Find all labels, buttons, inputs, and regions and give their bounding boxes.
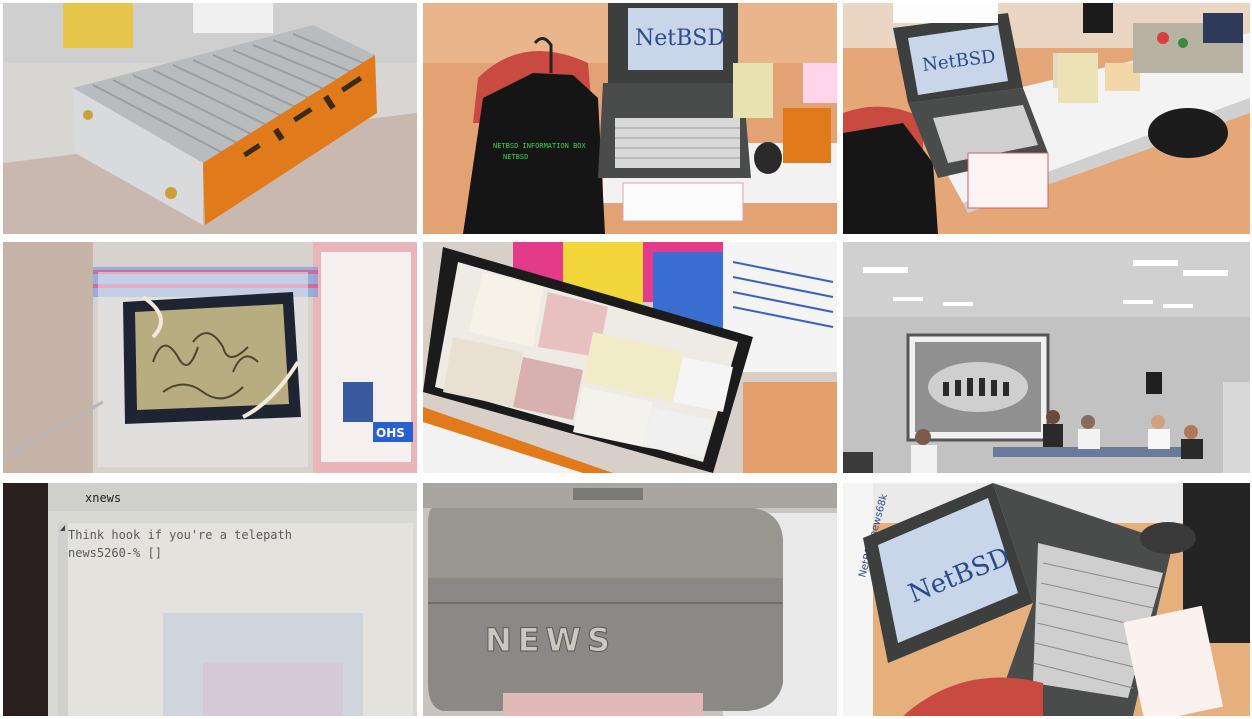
photo-router-box[interactable] bbox=[3, 3, 417, 234]
netbsd-screen-text-2: NetBSD bbox=[635, 26, 725, 51]
netbsd-laptop-closeup-image: NetBSD/news68k NetBSD bbox=[843, 483, 1250, 716]
netbsd-laptop-tshirt-image: NETBSD INFORMATION BOX NETBSD NetBSD bbox=[423, 3, 837, 234]
news-logo: NEWS bbox=[485, 621, 616, 659]
router-box-image bbox=[3, 3, 417, 234]
booth-table-image: NetBSD bbox=[843, 3, 1250, 234]
news-case-image: NEWS bbox=[423, 483, 837, 716]
terminal-line-1: Think hook if you're a telepath bbox=[68, 528, 292, 542]
terminal-line-2: news5260-% [] bbox=[68, 546, 162, 560]
photo-seminar-room[interactable] bbox=[843, 242, 1250, 473]
photo-sticker-case[interactable] bbox=[423, 242, 837, 473]
tshirt-text-1: NETBSD INFORMATION BOX bbox=[493, 142, 587, 150]
terminal-title: xnews bbox=[85, 491, 121, 505]
sticker-case-image bbox=[423, 242, 837, 473]
photo-news-case[interactable]: NEWS bbox=[423, 483, 837, 716]
terminal-screen-image: xnews Think hook if you're a telepath ne… bbox=[3, 483, 417, 716]
photo-netbsd-laptop-tshirt[interactable]: NETBSD INFORMATION BOX NETBSD NetBSD bbox=[423, 3, 837, 234]
photo-grid: NETBSD INFORMATION BOX NETBSD NetBSD Net… bbox=[0, 0, 1252, 719]
etched-plate-image: OHS bbox=[3, 242, 417, 473]
photo-etched-plate[interactable]: OHS bbox=[3, 242, 417, 473]
sticker-label: OHS bbox=[376, 426, 405, 440]
tshirt-text-2: NETBSD bbox=[503, 153, 528, 161]
photo-terminal-screen[interactable]: xnews Think hook if you're a telepath ne… bbox=[3, 483, 417, 716]
photo-booth-table[interactable]: NetBSD bbox=[843, 3, 1250, 234]
photo-netbsd-laptop-closeup[interactable]: NetBSD/news68k NetBSD bbox=[843, 483, 1250, 716]
seminar-room-image bbox=[843, 242, 1250, 473]
